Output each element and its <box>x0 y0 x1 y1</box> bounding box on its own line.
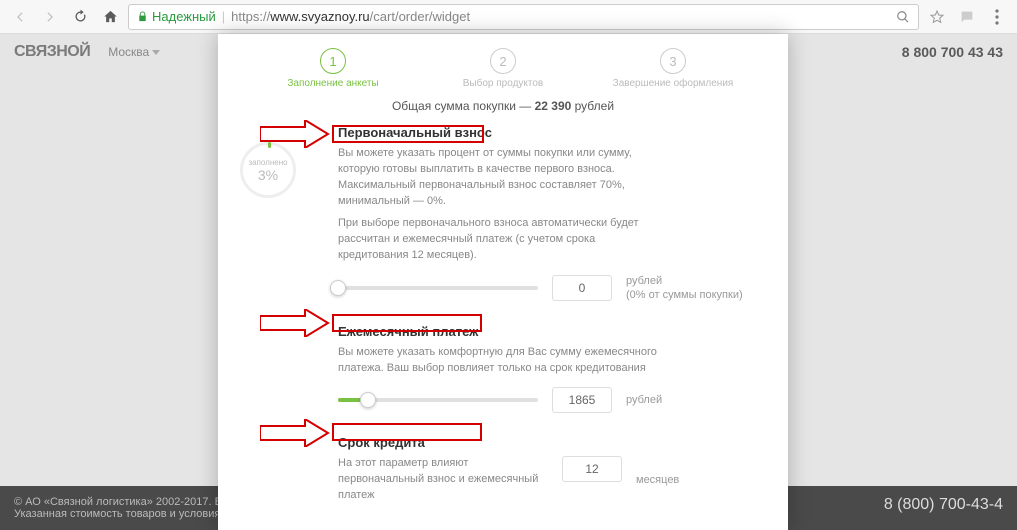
secure-badge: Надежный <box>137 9 216 24</box>
bookmark-button[interactable] <box>925 5 949 29</box>
term-title: Срок кредита <box>338 435 758 450</box>
home-icon <box>103 9 118 24</box>
step-3[interactable]: 3 Завершение оформления <box>588 48 758 89</box>
arrow-left-icon <box>13 10 27 24</box>
city-selector[interactable]: Москва <box>108 45 160 59</box>
lock-icon <box>137 11 148 22</box>
chevron-down-icon <box>152 50 160 55</box>
browser-toolbar: Надежный | https://www.svyaznoy.ru/cart/… <box>0 0 1017 34</box>
step-2[interactable]: 2 Выбор продуктов <box>418 48 588 89</box>
reload-button[interactable] <box>68 5 92 29</box>
downpayment-section: Первоначальный взнос Вы можете указать п… <box>338 125 758 302</box>
header-phone: 8 800 700 43 43 <box>902 44 1003 60</box>
home-button[interactable] <box>98 5 122 29</box>
downpayment-input[interactable] <box>552 275 612 301</box>
address-bar[interactable]: Надежный | https://www.svyaznoy.ru/cart/… <box>128 4 919 30</box>
monthly-input[interactable] <box>552 387 612 413</box>
step-1[interactable]: 1 Заполнение анкеты <box>248 48 418 89</box>
menu-button[interactable] <box>985 5 1009 29</box>
dots-vertical-icon <box>995 9 999 25</box>
monthly-title: Ежемесячный платеж <box>338 324 758 339</box>
search-icon[interactable] <box>896 10 910 24</box>
url-text: https://www.svyaznoy.ru/cart/order/widge… <box>231 9 470 24</box>
site-logo[interactable]: СВЯЗНОЙ <box>14 43 90 61</box>
forward-button[interactable] <box>38 5 62 29</box>
footer-phone: 8 (800) 700-43-4 <box>884 496 1003 514</box>
reload-icon <box>73 9 88 24</box>
downpayment-title: Первоначальный взнос <box>338 125 758 140</box>
back-button[interactable] <box>8 5 32 29</box>
term-unit: месяцев <box>636 473 679 487</box>
term-input[interactable] <box>562 456 622 482</box>
downpayment-unit: рублей (0% от суммы покупки) <box>626 274 743 303</box>
term-section: Срок кредита На этот параметр влияют пер… <box>338 435 758 504</box>
arrow-right-icon <box>43 10 57 24</box>
downpayment-slider[interactable] <box>338 286 538 290</box>
chat-icon <box>959 9 975 25</box>
monthly-slider[interactable] <box>338 398 538 402</box>
total-line: Общая сумма покупки — 22 390 рублей <box>218 97 788 125</box>
stepper: 1 Заполнение анкеты 2 Выбор продуктов 3 … <box>218 34 788 97</box>
monthly-section: Ежемесячный платеж Вы можете указать ком… <box>338 324 758 413</box>
extension-button[interactable] <box>955 5 979 29</box>
order-modal: 1 Заполнение анкеты 2 Выбор продуктов 3 … <box>218 34 788 530</box>
progress-donut: заполнено 3% <box>240 142 296 198</box>
star-icon <box>929 9 945 25</box>
monthly-unit: рублей <box>626 393 662 407</box>
